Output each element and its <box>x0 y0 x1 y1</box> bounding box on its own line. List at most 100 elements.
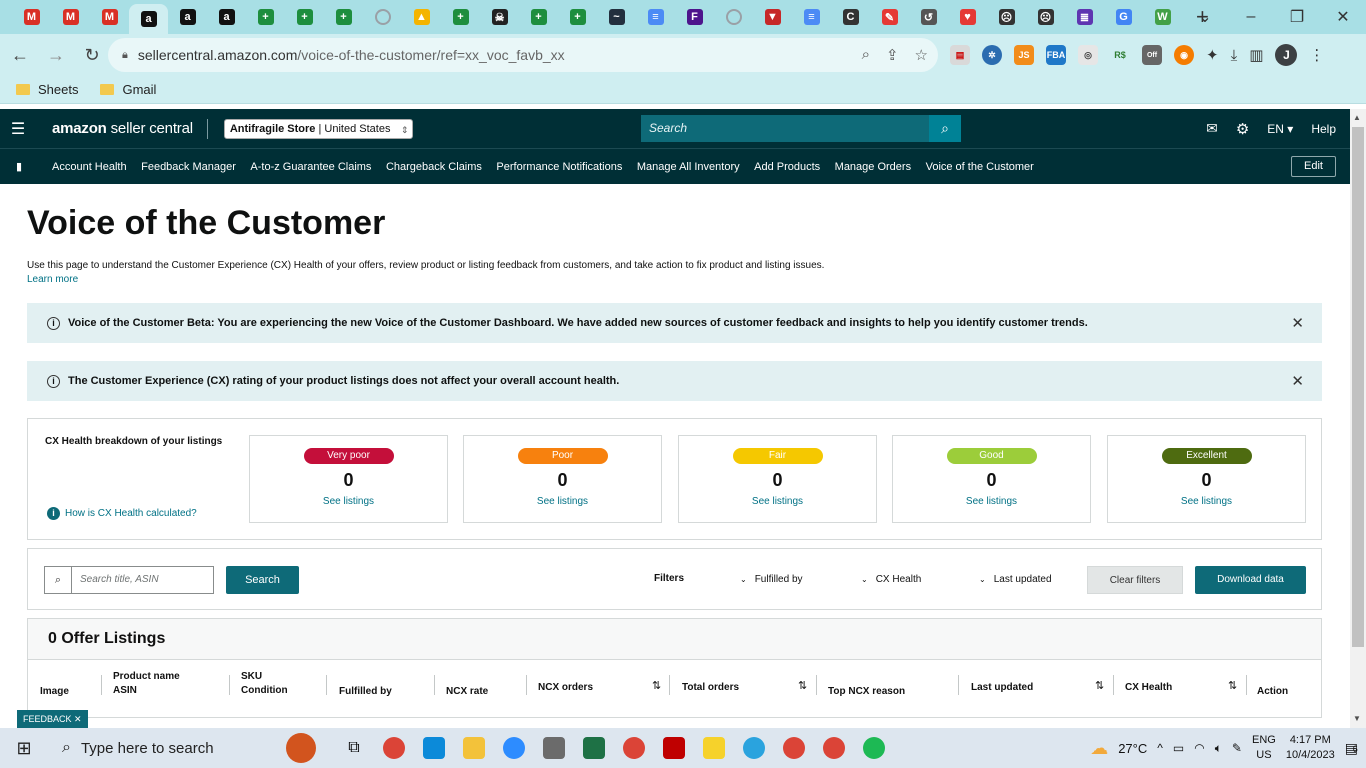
clock[interactable]: 4:17 PM 10/4/2023 <box>1286 733 1335 763</box>
browser-tab[interactable]: ☠ <box>480 0 519 34</box>
weather-cloud-icon[interactable]: ☁ <box>1090 738 1108 759</box>
close-icon[interactable]: ✕ <box>1291 314 1304 332</box>
address-bar[interactable]: 🔒︎ sellercentral.amazon.com/voice-of-the… <box>108 38 938 72</box>
extension-icon[interactable]: ▤ <box>950 45 970 65</box>
bookmark-star-icon[interactable]: ☆ <box>915 46 928 64</box>
see-listings-link[interactable]: See listings <box>1108 496 1305 507</box>
fulfilled-by-dropdown[interactable]: ⌄ Fulfilled by <box>740 574 803 585</box>
nav-performance-notifications[interactable]: Performance Notifications <box>496 161 622 173</box>
cx-health-dropdown[interactable]: ⌄ CX Health <box>861 574 921 585</box>
see-listings-link[interactable]: See listings <box>679 496 876 507</box>
calculator-icon[interactable] <box>537 733 571 763</box>
nav-a-to-z-claims[interactable]: A-to-z Guarantee Claims <box>250 161 371 173</box>
browser-tab[interactable]: ✎ <box>870 0 909 34</box>
close-icon[interactable]: ✕ <box>1320 7 1366 27</box>
close-icon[interactable]: ✕ <box>1291 372 1304 390</box>
reload-icon[interactable]: ↻ <box>76 45 108 66</box>
zoom-search-icon[interactable]: ⌕ <box>862 46 870 64</box>
browser-tab[interactable]: ♥ <box>948 0 987 34</box>
chrome-icon[interactable] <box>817 733 851 763</box>
filezilla-icon[interactable] <box>657 733 691 763</box>
mail-icon[interactable]: ✉ <box>1206 120 1218 137</box>
tray-up-icon[interactable]: ^ <box>1157 741 1163 755</box>
browser-tab[interactable]: M <box>90 0 129 34</box>
edge-icon[interactable] <box>417 733 451 763</box>
extension-icon[interactable]: FBA <box>1046 45 1066 65</box>
browser-tab[interactable]: M <box>51 0 90 34</box>
browser-tab[interactable]: ~ <box>597 0 636 34</box>
browser-tab[interactable]: ☹ <box>987 0 1026 34</box>
nav-voice-of-customer[interactable]: Voice of the Customer <box>926 161 1034 173</box>
nav-manage-inventory[interactable]: Manage All Inventory <box>637 161 740 173</box>
header-search[interactable]: Search ⌕ <box>641 115 961 142</box>
col-last-updated[interactable]: Last updated <box>971 681 1033 695</box>
nav-manage-orders[interactable]: Manage Orders <box>835 161 911 173</box>
file-explorer-icon[interactable] <box>457 733 491 763</box>
pen-icon[interactable]: ✎ <box>1232 741 1242 755</box>
excel-icon[interactable] <box>577 733 611 763</box>
notifications-icon[interactable]: ▤ 6 <box>1345 740 1358 757</box>
browser-tab[interactable]: a <box>207 0 246 34</box>
browser-tab[interactable] <box>714 0 753 34</box>
bookmark-pin-icon[interactable]: ▮ <box>0 160 38 173</box>
browser-tab[interactable]: ≣ <box>1065 0 1104 34</box>
forward-icon[interactable]: → <box>40 45 72 66</box>
language-selector[interactable]: EN ▾ <box>1267 122 1293 136</box>
sticky-notes-icon[interactable] <box>697 733 731 763</box>
minimize-icon[interactable]: – <box>1228 8 1274 26</box>
wifi-icon[interactable]: ◠ <box>1194 741 1204 755</box>
nav-feedback-manager[interactable]: Feedback Manager <box>141 161 236 173</box>
bookmark-sheets[interactable]: Sheets <box>16 82 78 97</box>
telegram-icon[interactable] <box>737 733 771 763</box>
browser-tab[interactable]: ☹ <box>1026 0 1065 34</box>
search-button[interactable]: Search <box>226 566 299 594</box>
header-search-input[interactable]: Search <box>641 115 929 142</box>
extension-icon[interactable]: Off <box>1142 45 1162 65</box>
browser-tab[interactable]: ↺ <box>909 0 948 34</box>
extension-icon[interactable]: R$ <box>1110 45 1130 65</box>
browser-tab[interactable]: + <box>324 0 363 34</box>
browser-tab[interactable]: C <box>831 0 870 34</box>
col-ncx-orders[interactable]: NCX orders <box>538 681 593 695</box>
col-cx-health[interactable]: CX Health <box>1125 681 1172 695</box>
bookmark-gmail[interactable]: Gmail <box>100 82 156 97</box>
see-listings-link[interactable]: See listings <box>250 496 447 507</box>
edit-nav-button[interactable]: Edit <box>1291 156 1336 177</box>
browser-tab[interactable]: + <box>441 0 480 34</box>
listing-search-input[interactable]: ⌕ Search title, ASIN <box>44 566 214 594</box>
sort-icon[interactable]: ⇅ <box>798 679 807 692</box>
browser-tab[interactable]: F <box>675 0 714 34</box>
sort-icon[interactable]: ⇅ <box>1095 679 1104 692</box>
search-icon[interactable]: ⌕ <box>929 115 961 142</box>
chrome-icon[interactable] <box>617 733 651 763</box>
extension-icon[interactable]: ✲ <box>982 45 1002 65</box>
extension-icon[interactable]: JS <box>1014 45 1034 65</box>
download-icon[interactable]: ⤓ <box>1231 47 1238 64</box>
back-icon[interactable]: ← <box>4 45 36 66</box>
extension-icon[interactable]: ◉ <box>1174 45 1194 65</box>
volume-icon[interactable]: 🔈︎ <box>1215 741 1222 756</box>
share-icon[interactable]: ⇪ <box>886 46 899 64</box>
browser-tab[interactable]: W <box>1143 0 1182 34</box>
learn-more-link[interactable]: Learn more <box>27 274 78 285</box>
browser-tab[interactable]: + <box>519 0 558 34</box>
chrome-icon[interactable] <box>377 733 411 763</box>
browser-tab[interactable]: a <box>168 0 207 34</box>
browser-tab[interactable]: ≡ <box>792 0 831 34</box>
see-listings-link[interactable]: See listings <box>464 496 661 507</box>
browser-tab[interactable]: ≡ <box>636 0 675 34</box>
temperature[interactable]: 27°C <box>1118 741 1147 756</box>
browser-tab[interactable]: + <box>246 0 285 34</box>
chrome-icon[interactable] <box>777 733 811 763</box>
side-panel-icon[interactable]: ▥ <box>1249 46 1263 64</box>
battery-icon[interactable]: ▭ <box>1173 741 1184 755</box>
zoom-icon[interactable] <box>497 733 531 763</box>
browser-tab[interactable]: a <box>129 4 168 34</box>
browser-tab[interactable]: ▼ <box>753 0 792 34</box>
taskbar-search[interactable]: ⌕ Type here to search <box>48 728 268 768</box>
settings-gear-icon[interactable]: ⚙ <box>1236 120 1249 138</box>
browser-tab[interactable]: ▲ <box>402 0 441 34</box>
download-data-button[interactable]: Download data <box>1195 566 1306 594</box>
windows-start-icon[interactable]: ⊞ <box>0 738 48 759</box>
store-selector[interactable]: Antifragile Store | United States ⇕ <box>223 118 414 139</box>
